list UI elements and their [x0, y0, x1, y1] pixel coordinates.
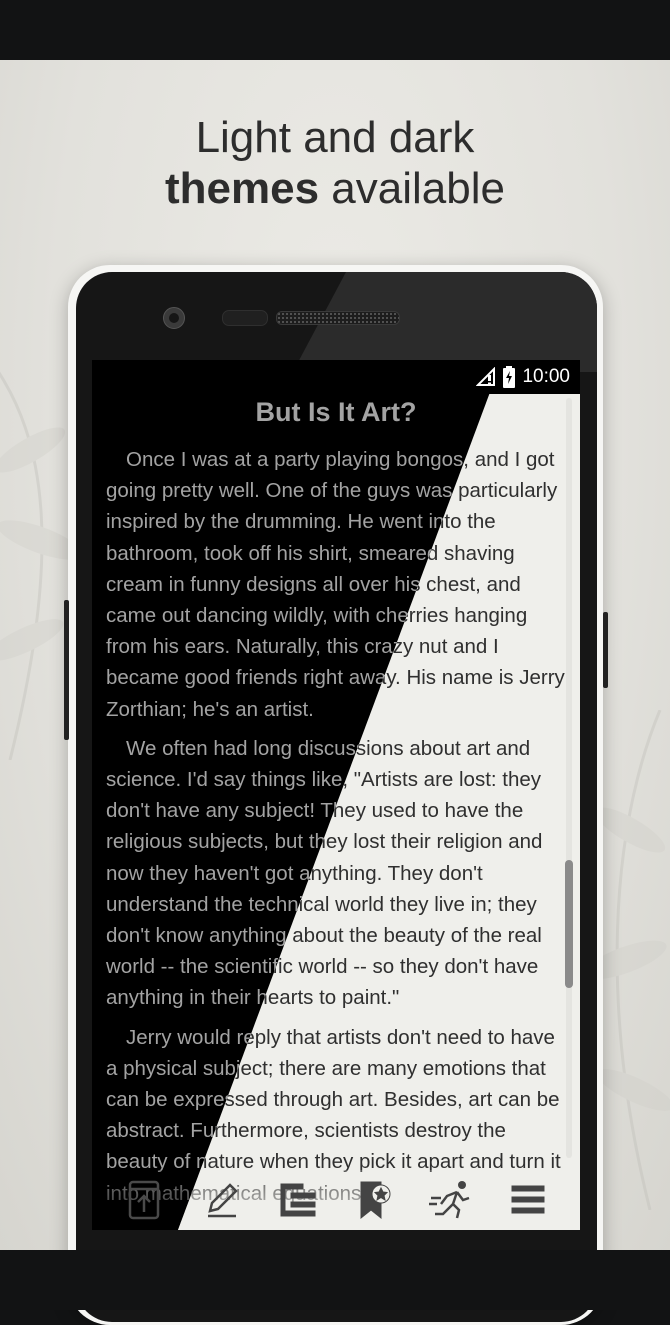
status-right: 10:00 — [476, 360, 570, 394]
headline-line2: themes available — [165, 164, 505, 213]
signal-icon — [476, 367, 496, 386]
earpiece-speaker — [276, 311, 400, 325]
hamburger-menu-icon — [511, 1185, 545, 1214]
bookmarks-button[interactable] — [351, 1177, 397, 1223]
contents-button[interactable] — [275, 1177, 321, 1223]
phone-side-button-right — [603, 612, 608, 688]
annotate-button[interactable] — [198, 1177, 244, 1223]
bookmark-star-icon — [360, 1181, 391, 1220]
phone-side-button-left — [64, 600, 69, 740]
table-of-contents-icon — [280, 1183, 316, 1217]
top-frame — [0, 0, 670, 60]
scrollbar-thumb[interactable] — [565, 860, 573, 988]
open-book-button[interactable] — [121, 1177, 167, 1223]
bottom-frame — [0, 1250, 670, 1310]
headline-bold-word: themes — [165, 164, 320, 213]
battery-charging-icon — [503, 366, 516, 388]
headline: Light and dark themes available — [0, 112, 670, 214]
status-bar: 10:00 — [92, 360, 580, 394]
status-time: 10:00 — [522, 366, 570, 387]
autoscroll-button[interactable] — [428, 1177, 474, 1223]
pencil-icon — [207, 1183, 238, 1218]
running-man-icon — [428, 1181, 470, 1219]
phone-upload-icon — [129, 1180, 160, 1220]
proximity-sensor — [222, 310, 268, 326]
menu-button[interactable] — [505, 1177, 551, 1223]
front-camera-icon — [163, 307, 185, 329]
headline-rest: available — [319, 164, 505, 213]
headline-line1: Light and dark — [195, 113, 475, 162]
reader-screen: But Is It Art? Once I was at a party pla… — [92, 360, 580, 1230]
